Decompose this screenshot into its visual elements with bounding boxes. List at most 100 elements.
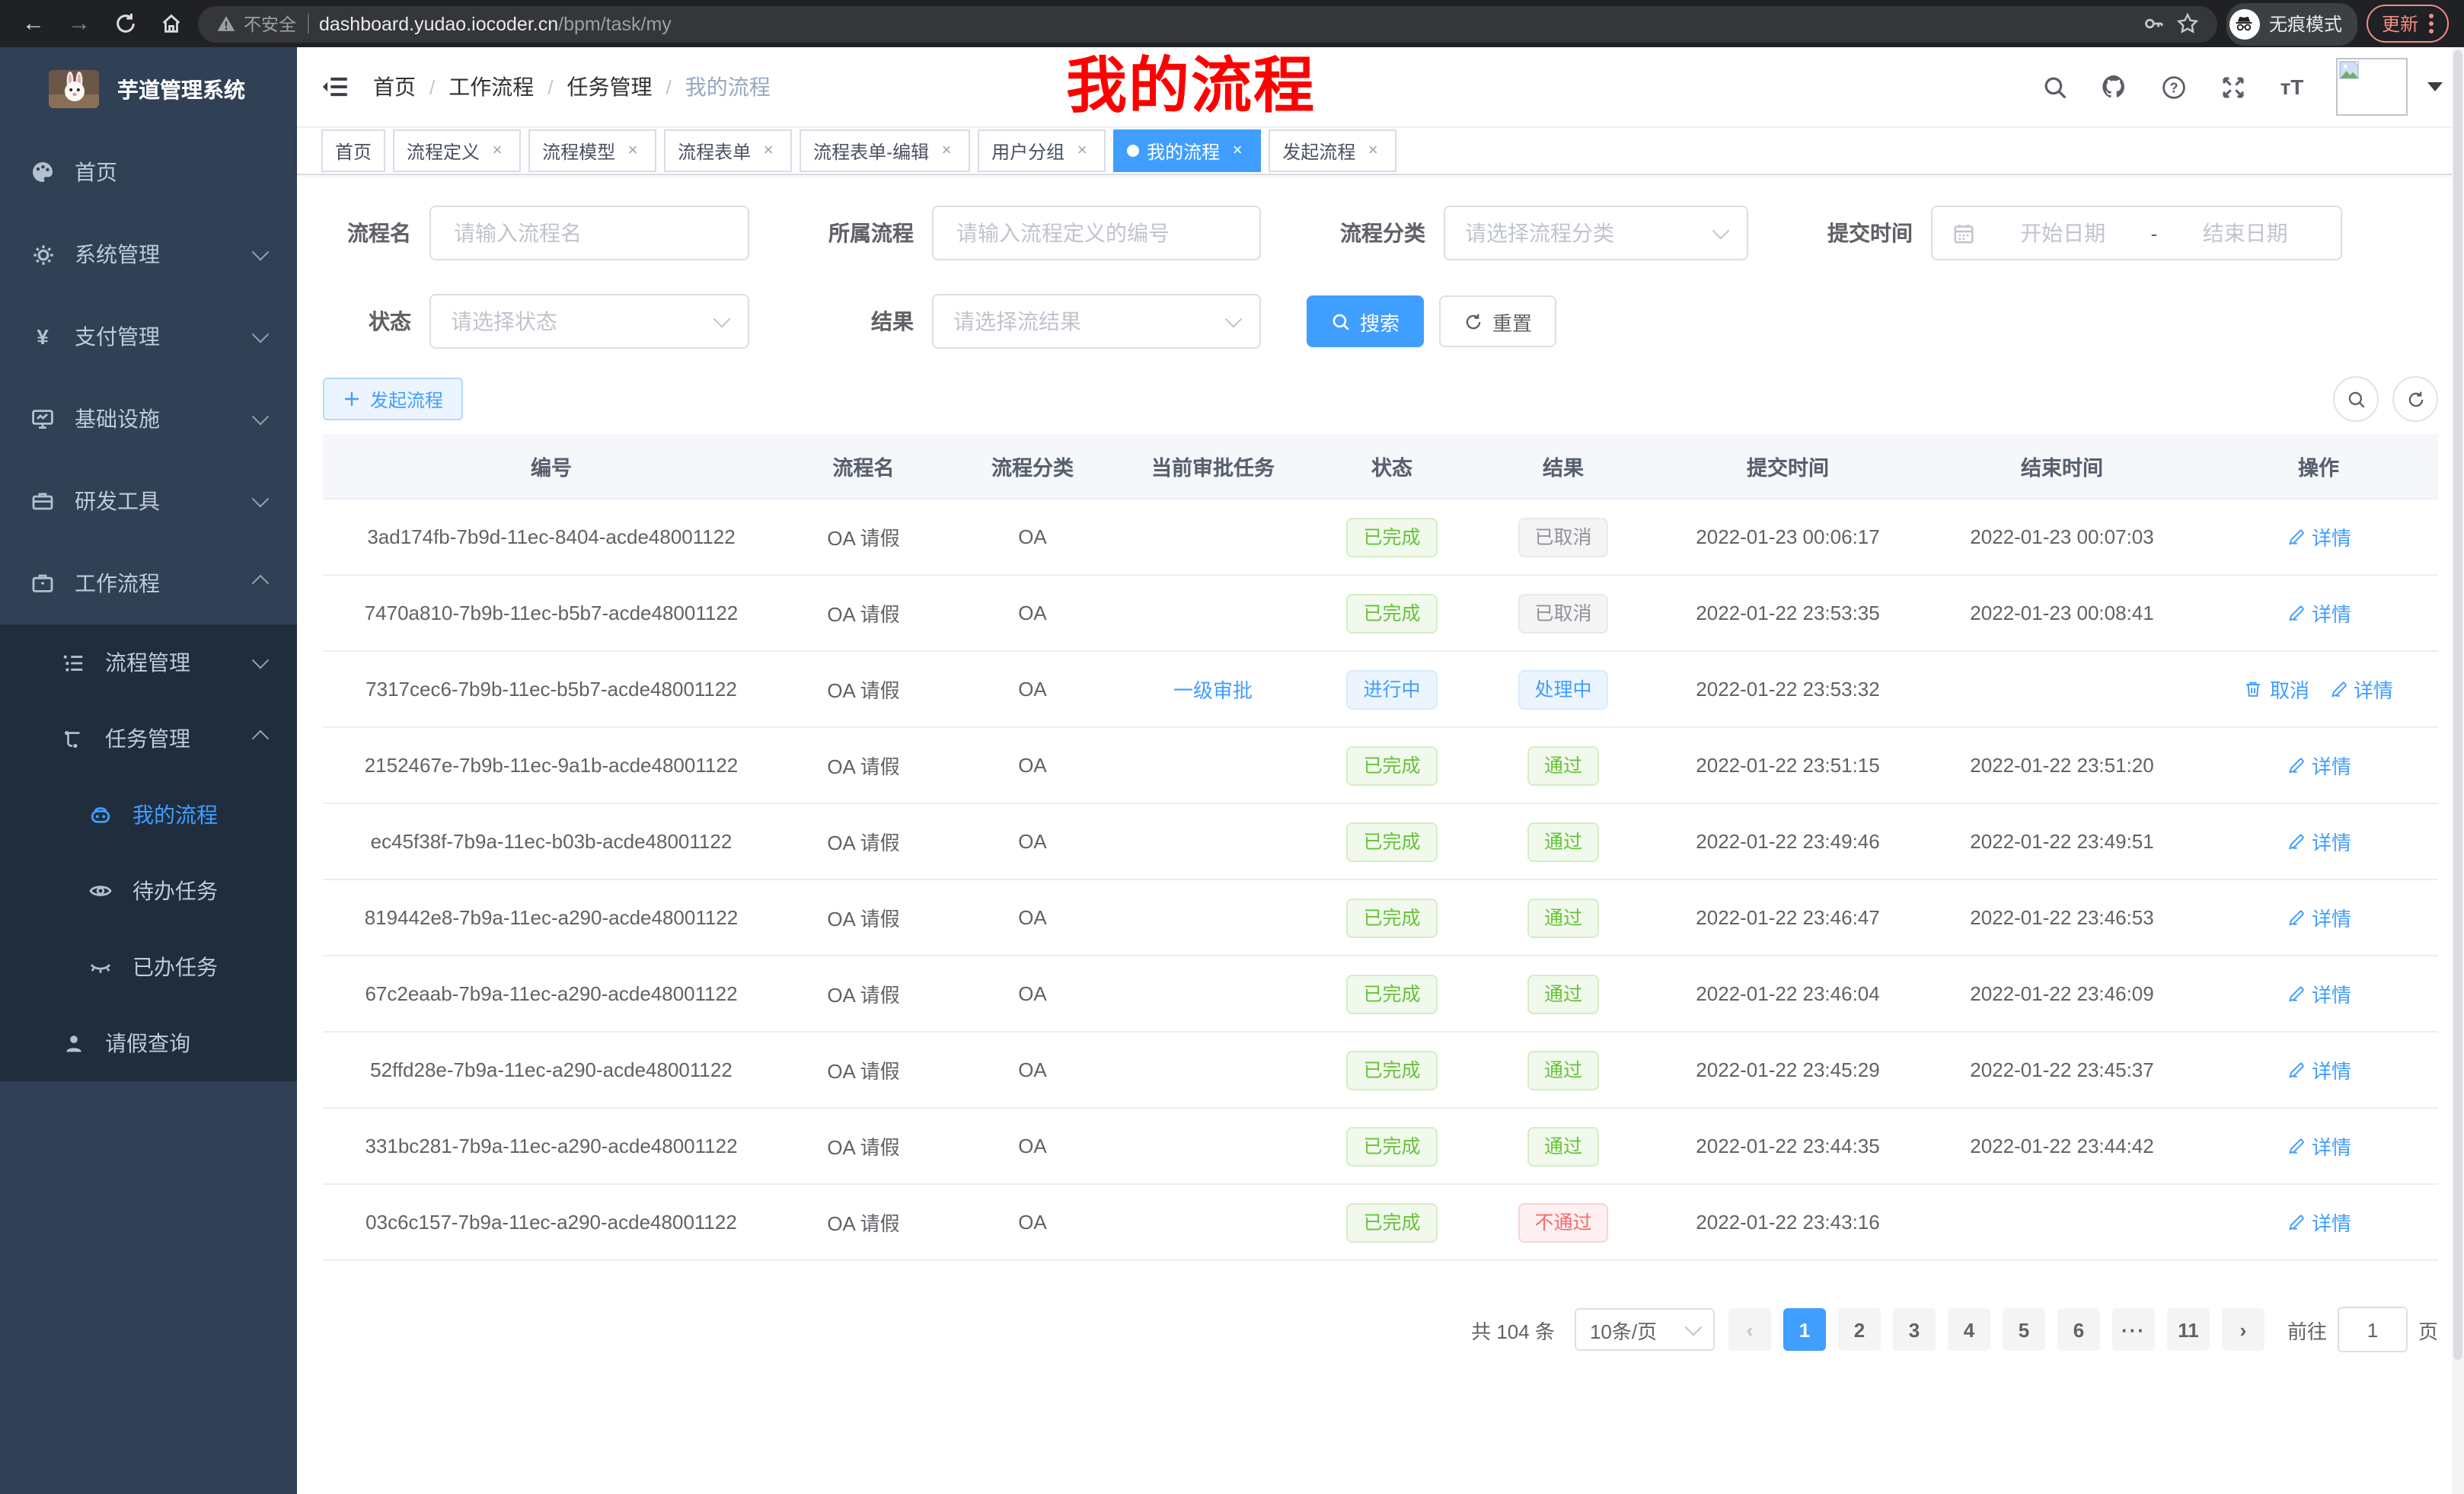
page-button-1[interactable]: 1 xyxy=(1783,1308,1826,1351)
category-select[interactable]: 请选择流程分类 xyxy=(1444,206,1748,260)
scrollbar[interactable] xyxy=(2452,47,2464,1494)
sidebar-item-workflow[interactable]: 工作流程 xyxy=(0,542,297,624)
column-header-process-name: 流程名 xyxy=(780,434,947,499)
close-icon[interactable]: × xyxy=(758,141,778,161)
tab-user-group[interactable]: 用户分组× xyxy=(978,129,1106,172)
sidebar-item-devtools[interactable]: 研发工具 xyxy=(0,460,297,542)
browser-menu-icon[interactable] xyxy=(2429,14,2434,34)
page-button-4[interactable]: 4 xyxy=(1948,1308,1990,1351)
edit-action-button[interactable]: 详情 xyxy=(2286,1208,2351,1237)
update-button[interactable]: 更新 xyxy=(2367,5,2449,43)
sidebar-item-task-mgmt[interactable]: 任务管理 xyxy=(0,701,297,777)
date-range-picker[interactable]: 开始日期 - 结束日期 xyxy=(1931,206,2342,260)
avatar-dropdown-icon[interactable] xyxy=(2427,82,2443,91)
tab-start-process[interactable]: 发起流程× xyxy=(1269,129,1396,172)
start-date-placeholder[interactable]: 开始日期 xyxy=(1987,218,2139,248)
bookmark-star-icon[interactable] xyxy=(2176,12,2199,35)
url-text[interactable]: dashboard.yudao.iocoder.cn/bpm/task/my xyxy=(319,13,2132,34)
search-button[interactable]: 搜索 xyxy=(1307,295,1424,347)
edit-action-button[interactable]: 详情 xyxy=(2286,1055,2351,1084)
cell-current-task xyxy=(1118,1184,1308,1260)
edit-action-button[interactable]: 详情 xyxy=(2286,979,2351,1008)
trash-action-button[interactable]: 取消 xyxy=(2244,675,2309,704)
edit-action-button[interactable]: 详情 xyxy=(2286,751,2351,780)
scrollbar-thumb[interactable] xyxy=(2453,50,2462,1360)
close-icon[interactable]: × xyxy=(487,141,507,161)
page-button-6[interactable]: 6 xyxy=(2057,1308,2100,1351)
tab-home[interactable]: 首页 xyxy=(321,129,385,172)
edit-action-button[interactable]: 详情 xyxy=(2286,903,2351,932)
search-icon[interactable] xyxy=(2039,72,2070,102)
sidebar-item-system[interactable]: 系统管理 xyxy=(0,213,297,295)
chevron-up-icon xyxy=(252,575,270,592)
tab-process-form-edit[interactable]: 流程表单-编辑× xyxy=(800,129,970,172)
pagination-next-button[interactable]: › xyxy=(2222,1308,2265,1351)
close-icon[interactable]: × xyxy=(937,141,956,161)
sidebar-collapse-icon[interactable] xyxy=(318,70,352,104)
cell-process-id: 2152467e-7b9b-11ec-9a1b-acde48001122 xyxy=(323,727,780,803)
page-button-11[interactable]: 11 xyxy=(2167,1308,2210,1351)
pagination-prev-button[interactable]: ‹ xyxy=(1728,1308,1771,1351)
start-process-button[interactable]: 发起流程 xyxy=(323,378,463,420)
process-definition-input[interactable] xyxy=(932,206,1261,260)
edit-action-button[interactable]: 详情 xyxy=(2286,522,2351,551)
home-icon[interactable] xyxy=(152,5,189,42)
close-icon[interactable]: × xyxy=(623,141,643,161)
app-logo[interactable]: 芋道管理系统 xyxy=(0,47,297,131)
end-date-placeholder[interactable]: 结束日期 xyxy=(2169,218,2321,248)
process-name-input[interactable] xyxy=(451,219,728,247)
close-icon[interactable]: × xyxy=(1072,141,1092,161)
tab-process-form[interactable]: 流程表单× xyxy=(664,129,792,172)
sidebar-item-process-mgmt[interactable]: 流程管理 xyxy=(0,624,297,701)
sidebar-item-home[interactable]: 首页 xyxy=(0,131,297,213)
security-chip[interactable]: 不安全 xyxy=(216,11,296,36)
pagination-more-button[interactable]: ··· xyxy=(2112,1308,2155,1351)
tab-my-process[interactable]: 我的流程× xyxy=(1113,129,1261,172)
breadcrumb-home[interactable]: 首页 xyxy=(373,72,416,102)
tab-label: 流程模型 xyxy=(542,138,615,164)
address-bar[interactable]: 不安全 dashboard.yudao.iocoder.cn/bpm/task/… xyxy=(198,5,2217,42)
page-size-select[interactable]: 10条/页 xyxy=(1575,1308,1715,1351)
tab-process-definition[interactable]: 流程定义× xyxy=(393,129,521,172)
sidebar-item-todo-tasks[interactable]: 待办任务 xyxy=(0,853,297,929)
navbar: 首页 / 工作流程 / 任务管理 / 我的流程 我的流程 ? xyxy=(297,47,2464,128)
edit-action-button[interactable]: 详情 xyxy=(2286,599,2351,627)
current-task-link[interactable]: 一级审批 xyxy=(1173,679,1253,702)
fullscreen-icon[interactable] xyxy=(2217,72,2248,102)
sidebar-item-payment[interactable]: ¥ 支付管理 xyxy=(0,295,297,378)
status-select[interactable]: 请选择状态 xyxy=(429,294,749,349)
refresh-table-icon[interactable] xyxy=(2392,376,2438,422)
page-button-5[interactable]: 5 xyxy=(2003,1308,2045,1351)
sidebar-item-my-process[interactable]: 我的流程 xyxy=(0,777,297,853)
close-icon[interactable]: × xyxy=(1363,141,1383,161)
sidebar-item-leave-query[interactable]: 请假查询 xyxy=(0,1005,297,1081)
result-select[interactable]: 请选择流结果 xyxy=(932,294,1261,349)
edit-action-button[interactable]: 详情 xyxy=(2286,827,2351,856)
edit-action-button[interactable]: 详情 xyxy=(2328,675,2393,704)
sidebar-item-done-tasks[interactable]: 已办任务 xyxy=(0,929,297,1005)
breadcrumb-workflow[interactable]: 工作流程 xyxy=(448,72,534,102)
font-size-icon[interactable]: ᴛT xyxy=(2277,72,2307,102)
back-icon[interactable]: ← xyxy=(15,5,52,42)
key-icon[interactable] xyxy=(2143,12,2166,35)
show-search-icon[interactable] xyxy=(2333,376,2379,422)
page-button-2[interactable]: 2 xyxy=(1838,1308,1881,1351)
pager: ‹ 123456 ··· 11 › xyxy=(1728,1308,2265,1351)
sidebar-item-infrastructure[interactable]: 基础设施 xyxy=(0,378,297,460)
tab-process-model[interactable]: 流程模型 × xyxy=(528,129,656,172)
breadcrumb-task-mgmt[interactable]: 任务管理 xyxy=(567,72,653,102)
process-definition-input[interactable] xyxy=(953,219,1240,247)
process-name-input[interactable] xyxy=(429,206,749,260)
filter-row-2: 状态 请选择状态 结果 请选择流结果 搜索 xyxy=(323,294,2438,349)
edit-action-button[interactable]: 详情 xyxy=(2286,1132,2351,1160)
update-label: 更新 xyxy=(2382,11,2418,37)
reset-button[interactable]: 重置 xyxy=(1439,295,1556,347)
close-icon[interactable]: × xyxy=(1227,141,1247,161)
github-icon[interactable] xyxy=(2099,72,2129,102)
help-icon[interactable]: ? xyxy=(2158,72,2188,102)
page-button-3[interactable]: 3 xyxy=(1893,1308,1936,1351)
avatar[interactable] xyxy=(2336,58,2408,116)
forward-icon[interactable]: → xyxy=(61,5,97,42)
reload-icon[interactable] xyxy=(107,5,143,42)
goto-page-input[interactable] xyxy=(2338,1307,2408,1352)
